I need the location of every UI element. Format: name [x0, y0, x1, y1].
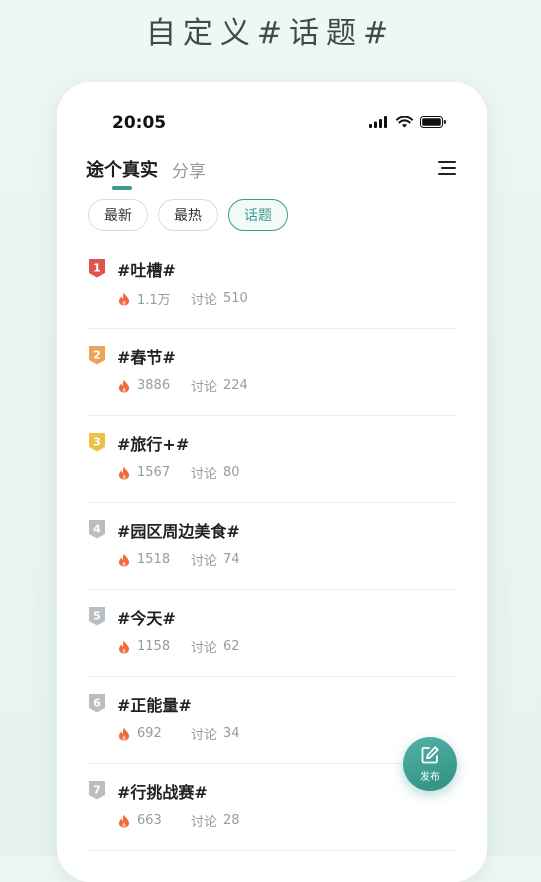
rank-badge-icon: 2: [89, 346, 105, 365]
discussion-label: 讨论: [191, 641, 218, 656]
menu-icon[interactable]: [437, 158, 457, 178]
topic-title: #园区周边美食#: [117, 522, 240, 541]
svg-text:7: 7: [93, 784, 101, 797]
rank-badge-icon: 5: [89, 607, 105, 626]
tab-real[interactable]: 途个真实: [86, 156, 158, 182]
discussion-count: 510: [223, 291, 248, 306]
rank-badge-icon: 7: [89, 781, 105, 800]
svg-text:3: 3: [93, 436, 101, 449]
heat-value: 1518: [137, 552, 171, 567]
topic-title: #行挑战赛#: [117, 783, 208, 802]
topic-stats: 1567 讨论 80: [118, 463, 240, 482]
topic-item[interactable]: 5 #今天# 1158 讨论 62: [88, 590, 456, 677]
discussion-count: 80: [223, 465, 240, 480]
topic-item[interactable]: 1 #吐槽# 1.1万 讨论 510: [88, 242, 456, 329]
discussion-label: 讨论: [191, 467, 218, 482]
edit-icon: [421, 746, 439, 764]
svg-text:1: 1: [93, 262, 101, 275]
active-tab-indicator: [112, 186, 132, 190]
heat-value: 692: [137, 726, 162, 741]
flame-icon: [118, 553, 130, 566]
heat-value: 663: [137, 813, 162, 828]
heat-value: 1.1万: [137, 293, 171, 308]
topic-list: 1 #吐槽# 1.1万 讨论 510 2 #春节# 3886 讨论 224 3 …: [88, 242, 456, 851]
topic-item[interactable]: 6 #正能量# 692 讨论 34: [88, 677, 456, 764]
status-icons: [369, 116, 447, 128]
battery-icon: [420, 116, 446, 128]
publish-button[interactable]: 发布: [403, 737, 457, 791]
topic-title: #旅行+#: [117, 435, 190, 454]
wifi-icon: [396, 116, 413, 128]
rank-badge-icon: 1: [89, 259, 105, 278]
topic-stats: 1.1万 讨论 510: [118, 289, 248, 308]
discussion-label: 讨论: [191, 293, 218, 308]
flame-icon: [118, 292, 130, 305]
status-bar: 20:05: [57, 110, 487, 136]
filter-chips: 最新 最热 话题: [88, 199, 288, 231]
topic-stats: 3886 讨论 224: [118, 376, 248, 395]
discussion-label: 讨论: [191, 728, 218, 743]
chip-hottest[interactable]: 最热: [158, 199, 218, 231]
chip-latest[interactable]: 最新: [88, 199, 148, 231]
flame-icon: [118, 727, 130, 740]
chip-topics[interactable]: 话题: [228, 199, 288, 231]
heat-value: 1567: [137, 465, 171, 480]
discussion-count: 34: [223, 726, 240, 741]
discussion-count: 74: [223, 552, 240, 567]
status-time: 20:05: [112, 113, 167, 133]
discussion-label: 讨论: [191, 554, 218, 569]
heat-value: 1158: [137, 639, 171, 654]
discussion-count: 28: [223, 813, 240, 828]
rank-badge-icon: 6: [89, 694, 105, 713]
heat-value: 3886: [137, 378, 171, 393]
topic-title: #正能量#: [117, 696, 192, 715]
svg-text:2: 2: [93, 349, 101, 362]
discussion-count: 62: [223, 639, 240, 654]
topic-item[interactable]: 3 #旅行+# 1567 讨论 80: [88, 416, 456, 503]
topic-stats: 1518 讨论 74: [118, 550, 240, 569]
topic-title: #今天#: [117, 609, 176, 628]
topic-stats: 692 讨论 34: [118, 724, 240, 743]
flame-icon: [118, 640, 130, 653]
publish-label: 发布: [420, 772, 440, 783]
discussion-count: 224: [223, 378, 248, 393]
flame-icon: [118, 466, 130, 479]
rank-badge-icon: 3: [89, 433, 105, 452]
page-headline: 自定义#话题#: [145, 16, 396, 51]
discussion-label: 讨论: [191, 815, 218, 830]
tab-share[interactable]: 分享: [172, 157, 206, 182]
topic-item[interactable]: 4 #园区周边美食# 1518 讨论 74: [88, 503, 456, 590]
flame-icon: [118, 379, 130, 392]
signal-icon: [369, 116, 387, 128]
rank-badge-icon: 4: [89, 520, 105, 539]
svg-text:4: 4: [93, 523, 101, 536]
svg-text:6: 6: [93, 697, 101, 710]
topic-item[interactable]: 7 #行挑战赛# 663 讨论 28: [88, 764, 456, 851]
svg-text:5: 5: [93, 610, 101, 623]
discussion-label: 讨论: [191, 380, 218, 395]
top-nav: 途个真实 分享: [86, 156, 457, 192]
topic-item[interactable]: 2 #春节# 3886 讨论 224: [88, 329, 456, 416]
topic-title: #春节#: [117, 348, 176, 367]
flame-icon: [118, 814, 130, 827]
topic-stats: 663 讨论 28: [118, 811, 240, 830]
topic-title: #吐槽#: [117, 261, 176, 280]
topic-stats: 1158 讨论 62: [118, 637, 240, 656]
